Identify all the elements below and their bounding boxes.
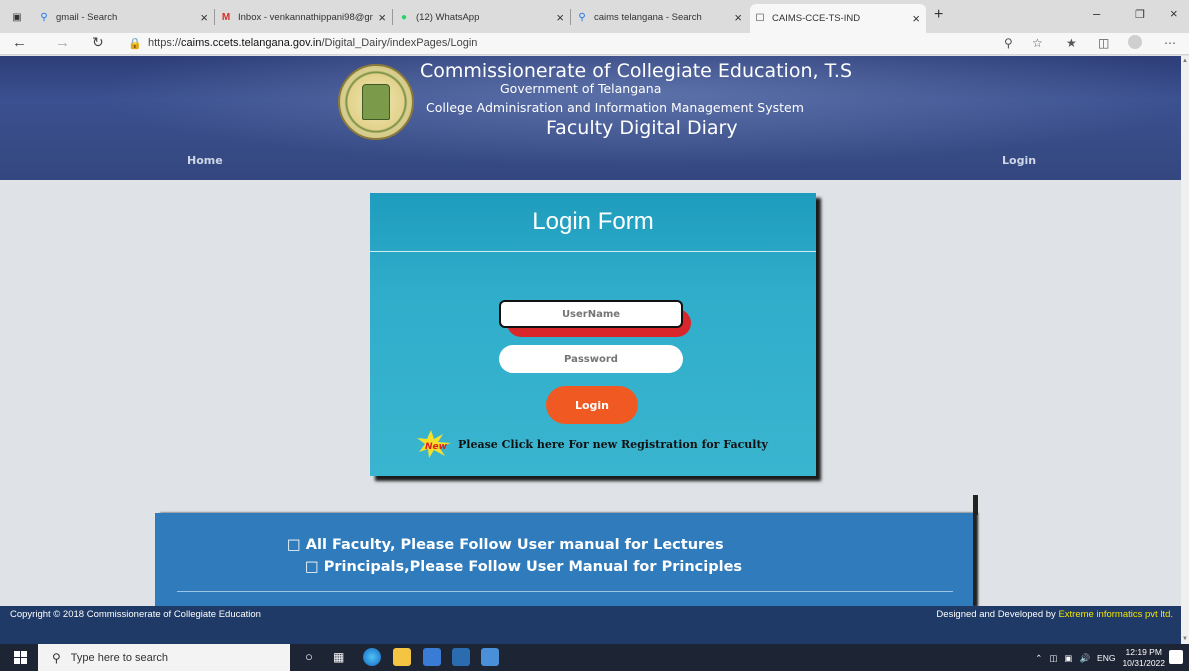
new-tab-button[interactable]: + [934,6,943,24]
divider [177,591,953,592]
lecturer-manual-link[interactable]: □ All Faculty, Please Follow User manual… [287,537,724,553]
minimize-button[interactable]: – [1093,6,1100,21]
whatsapp-icon: ● [400,11,408,23]
header-title: Commissionerate of Collegiate Education,… [420,60,853,82]
search-icon: ⚲ [40,11,48,23]
tab-gmail-inbox[interactable]: M Inbox - venkannathippani98@gr × [216,4,393,30]
search-icon: ⚲ [578,11,586,23]
tab-actions-button[interactable]: ▣ [8,4,28,30]
clock-time: 12:19 PM [1125,647,1162,657]
tab-label: (12) WhatsApp [416,11,480,23]
developer-credit-prefix: Designed and Developed by [936,609,1059,620]
address-bar: ← → ↻ 🔒 https://caims.ccets.telangana.go… [0,33,1189,55]
new-badge-text: New [425,442,448,452]
notice-panel: □ All Faculty, Please Follow User manual… [155,513,973,607]
tab-label: CAIMS-CCE-TS-IND [772,13,861,24]
system-tray: ⌃ ◫ ▣ 🔊 ENG 12:19 PM 10/31/2022 [1035,647,1165,669]
close-tab-icon[interactable]: × [912,11,920,26]
store-icon[interactable] [452,648,470,666]
show-hidden-icons-icon[interactable]: ⌃ [1035,653,1042,664]
tab-separator [214,9,215,25]
tab-actions-icon: ▣ [12,11,22,23]
login-button[interactable]: Login [546,386,638,424]
favorites-add-icon[interactable]: ☆ [1032,36,1043,50]
close-tab-icon[interactable]: × [556,10,564,25]
refresh-button[interactable]: ↻ [92,34,104,51]
url-field[interactable]: https://caims.ccets.telangana.gov.in/Dig… [148,37,477,49]
tab-label: gmail - Search [56,11,118,23]
login-form: Login Form Login New Please Click here F… [370,193,816,476]
header-subtitle-government: Government of Telangana [500,81,662,96]
tab-whatsapp[interactable]: ● (12) WhatsApp × [394,4,571,30]
faculty-registration-link[interactable]: Please Click here For new Registration f… [458,438,768,451]
site-footer: Copyright © 2018 Commissionerate of Coll… [0,606,1181,644]
collections-icon[interactable]: ◫ [1098,36,1109,50]
username-input[interactable] [499,300,683,328]
developer-credit: Designed and Developed by Extreme inform… [936,609,1173,620]
more-menu-icon[interactable]: ⋯ [1164,36,1176,50]
close-tab-icon[interactable]: × [200,10,208,25]
copyright-text: Copyright © 2018 Commissionerate of Coll… [10,609,261,620]
edge-browser-icon[interactable] [363,648,381,666]
tab-label: caims telangana - Search [594,11,702,23]
tab-caims-search[interactable]: ⚲ caims telangana - Search × [572,4,748,30]
scroll-down-icon[interactable]: ▼ [1182,636,1188,642]
back-button[interactable]: ← [12,34,27,51]
mail-icon[interactable] [423,648,441,666]
tab-separator [570,9,571,25]
new-starburst-icon: New [417,430,451,458]
url-prefix: https:// [148,37,182,49]
windows-taskbar: ⚲ Type here to search ○ ▦ ⌃ ◫ ▣ 🔊 ENG 12… [0,644,1189,671]
divider [370,251,816,252]
login-form-title: Login Form [532,208,654,235]
display-icon[interactable]: ▣ [1064,653,1072,664]
search-icon: ⚲ [52,650,61,665]
nav-login-link[interactable]: Login [1002,154,1036,167]
key-icon[interactable]: ⚲ [1004,36,1013,50]
tab-label: Inbox - venkannathippani98@gr [238,11,373,23]
forward-button[interactable]: → [55,34,70,51]
lock-icon: 🔒 [128,38,142,50]
tab-gmail-search[interactable]: ⚲ gmail - Search × [34,4,215,30]
password-input[interactable] [499,345,683,373]
profile-avatar[interactable] [1128,35,1142,49]
clock-date: 10/31/2022 [1122,658,1165,668]
notifications-icon[interactable] [1169,650,1183,664]
header-app-name: Faculty Digital Diary [546,117,738,139]
close-tab-icon[interactable]: × [734,10,742,25]
network-icon[interactable]: ◫ [1049,653,1057,664]
browser-tab-bar: ▣ ⚲ gmail - Search × M Inbox - venkannat… [0,0,1189,33]
volume-icon[interactable]: 🔊 [1079,653,1090,664]
language-indicator[interactable]: ENG [1097,653,1115,663]
gmail-icon: M [221,11,231,23]
header-subtitle-system: College Adminisration and Information Ma… [426,100,804,115]
scroll-up-icon[interactable]: ▲ [1182,58,1188,64]
favorites-icon[interactable]: ★ [1066,36,1077,50]
app-icon[interactable] [481,648,499,666]
taskbar-search-placeholder: Type here to search [70,651,169,664]
taskbar-clock[interactable]: 12:19 PM 10/31/2022 [1122,647,1165,669]
close-tab-icon[interactable]: × [378,10,386,25]
page-scrollbar[interactable]: ▲ ▼ [1181,56,1189,644]
site-header: Commissionerate of Collegiate Education,… [0,56,1181,180]
windows-start-button[interactable] [14,651,27,664]
cortana-icon[interactable]: ○ [305,649,323,667]
emblem-gateway [362,84,390,120]
notice-shadow [973,495,978,515]
tab-separator [392,9,393,25]
developer-company-link[interactable]: Extreme informatics pvt ltd. [1058,609,1173,620]
principal-manual-link[interactable]: □ Principals,Please Follow User Manual f… [305,559,742,575]
tab-caims-active[interactable]: ☐ CAIMS-CCE-TS-IND × [750,4,926,33]
url-path: /Digital_Dairy/indexPages/Login [321,37,478,49]
page-icon: ☐ [755,13,765,24]
file-explorer-icon[interactable] [393,648,411,666]
telangana-emblem-logo [338,64,414,140]
task-view-icon[interactable]: ▦ [333,650,351,668]
taskbar-search-box[interactable]: ⚲ Type here to search [38,644,290,671]
close-window-button[interactable]: × [1170,6,1178,21]
restore-button[interactable]: ❐ [1135,8,1145,21]
url-domain: caims.ccets.telangana.gov.in [181,37,322,49]
nav-home-link[interactable]: Home [187,154,223,167]
